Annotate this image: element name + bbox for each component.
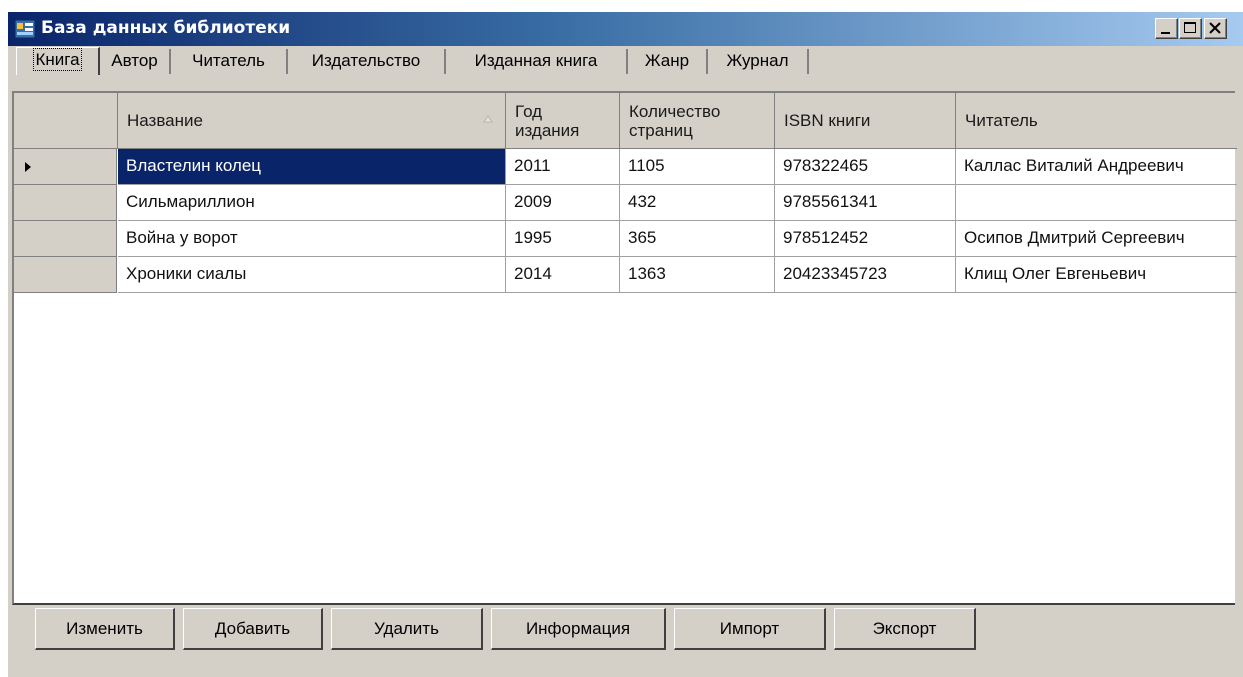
cell-reader[interactable] (956, 185, 1237, 221)
tab-author-label: Автор (111, 51, 158, 70)
tab-strip: Книга Автор Читатель Издательство Изданн… (16, 47, 1236, 75)
delete-button[interactable]: Удалить (331, 608, 483, 650)
cell-reader[interactable]: Клищ Олег Евгеньевич (956, 257, 1237, 293)
cell-pages[interactable]: 1363 (620, 257, 775, 293)
column-header-pages-label: Количество страниц (629, 101, 721, 140)
column-header-year[interactable]: Год издания (506, 93, 620, 148)
close-button[interactable] (1204, 18, 1227, 39)
cell-year[interactable]: 2011 (506, 149, 620, 185)
cell-year[interactable]: 2009 (506, 185, 620, 221)
tab-genre-label: Жанр (644, 51, 690, 70)
minimize-button[interactable] (1155, 18, 1178, 39)
import-button[interactable]: Импорт (674, 608, 826, 650)
tab-journal[interactable]: Журнал (708, 49, 809, 74)
maximize-icon (1184, 22, 1196, 33)
close-icon (1209, 22, 1221, 34)
tab-reader-label: Читатель (192, 51, 265, 70)
tab-published-book[interactable]: Изданная книга (446, 49, 628, 74)
tab-genre[interactable]: Жанр (628, 49, 708, 74)
column-header-year-label: Год издания (515, 101, 580, 140)
cell-isbn[interactable]: 20423345723 (775, 257, 956, 293)
cell-year[interactable]: 1995 (506, 221, 620, 257)
app-icon (14, 19, 36, 39)
tab-publisher[interactable]: Издательство (288, 49, 446, 74)
header-corner[interactable] (14, 93, 118, 148)
current-row-arrow-icon (25, 162, 31, 172)
table-row[interactable]: Сильмариллион 2009 432 9785561341 (14, 185, 1237, 221)
tab-author[interactable]: Автор (100, 49, 171, 74)
table-row[interactable]: Властелин колец 2011 1105 978322465 Калл… (14, 149, 1237, 185)
column-header-title-label: Название (127, 110, 203, 130)
cell-title[interactable]: Сильмариллион (118, 185, 506, 221)
column-header-pages[interactable]: Количество страниц (620, 93, 775, 148)
cell-pages[interactable]: 432 (620, 185, 775, 221)
maximize-button[interactable] (1179, 18, 1202, 39)
row-header[interactable] (14, 185, 117, 221)
table-row[interactable]: Война у ворот 1995 365 978512452 Осипов … (14, 221, 1237, 257)
tab-journal-label: Журнал (726, 51, 789, 70)
tab-published-book-label: Изданная книга (474, 51, 598, 70)
row-header[interactable] (14, 149, 117, 185)
books-grid[interactable]: Название Год издания Количество страниц … (12, 91, 1237, 605)
add-button[interactable]: Добавить (183, 608, 323, 650)
window-title: База данных библиотеки (41, 18, 291, 38)
row-header[interactable] (14, 221, 117, 257)
cell-year[interactable]: 2014 (506, 257, 620, 293)
tab-reader[interactable]: Читатель (171, 49, 288, 74)
column-header-isbn-label: ISBN книги (784, 110, 871, 130)
cell-title[interactable]: Властелин колец (118, 149, 506, 185)
cell-isbn[interactable]: 9785561341 (775, 185, 956, 221)
column-header-reader[interactable]: Читатель (956, 93, 1237, 148)
cell-reader[interactable]: Каллас Виталий Андреевич (956, 149, 1237, 185)
cell-title[interactable]: Хроники сиалы (118, 257, 506, 293)
cell-pages[interactable]: 1105 (620, 149, 775, 185)
column-header-reader-label: Читатель (965, 110, 1038, 130)
title-bar[interactable]: База данных библиотеки (8, 12, 1243, 46)
info-button[interactable]: Информация (491, 608, 666, 650)
tab-book-label: Книга (33, 48, 82, 71)
tab-publisher-label: Издательство (311, 51, 421, 70)
grid-header: Название Год издания Количество страниц … (14, 93, 1237, 149)
table-row[interactable]: Хроники сиалы 2014 1363 20423345723 Клищ… (14, 257, 1237, 293)
column-header-title[interactable]: Название (118, 93, 506, 148)
action-bar: Изменить Добавить Удалить Информация Имп… (0, 608, 1235, 658)
sort-ascending-icon (483, 115, 493, 123)
minimize-icon (1161, 32, 1170, 34)
edit-button[interactable]: Изменить (35, 608, 175, 650)
cell-isbn[interactable]: 978512452 (775, 221, 956, 257)
cell-title[interactable]: Война у ворот (118, 221, 506, 257)
cell-reader[interactable]: Осипов Дмитрий Сергеевич (956, 221, 1237, 257)
export-button[interactable]: Экспорт (834, 608, 976, 650)
cell-pages[interactable]: 365 (620, 221, 775, 257)
cell-isbn[interactable]: 978322465 (775, 149, 956, 185)
column-header-isbn[interactable]: ISBN книги (775, 93, 956, 148)
tab-book[interactable]: Книга (16, 47, 100, 75)
row-header[interactable] (14, 257, 117, 293)
